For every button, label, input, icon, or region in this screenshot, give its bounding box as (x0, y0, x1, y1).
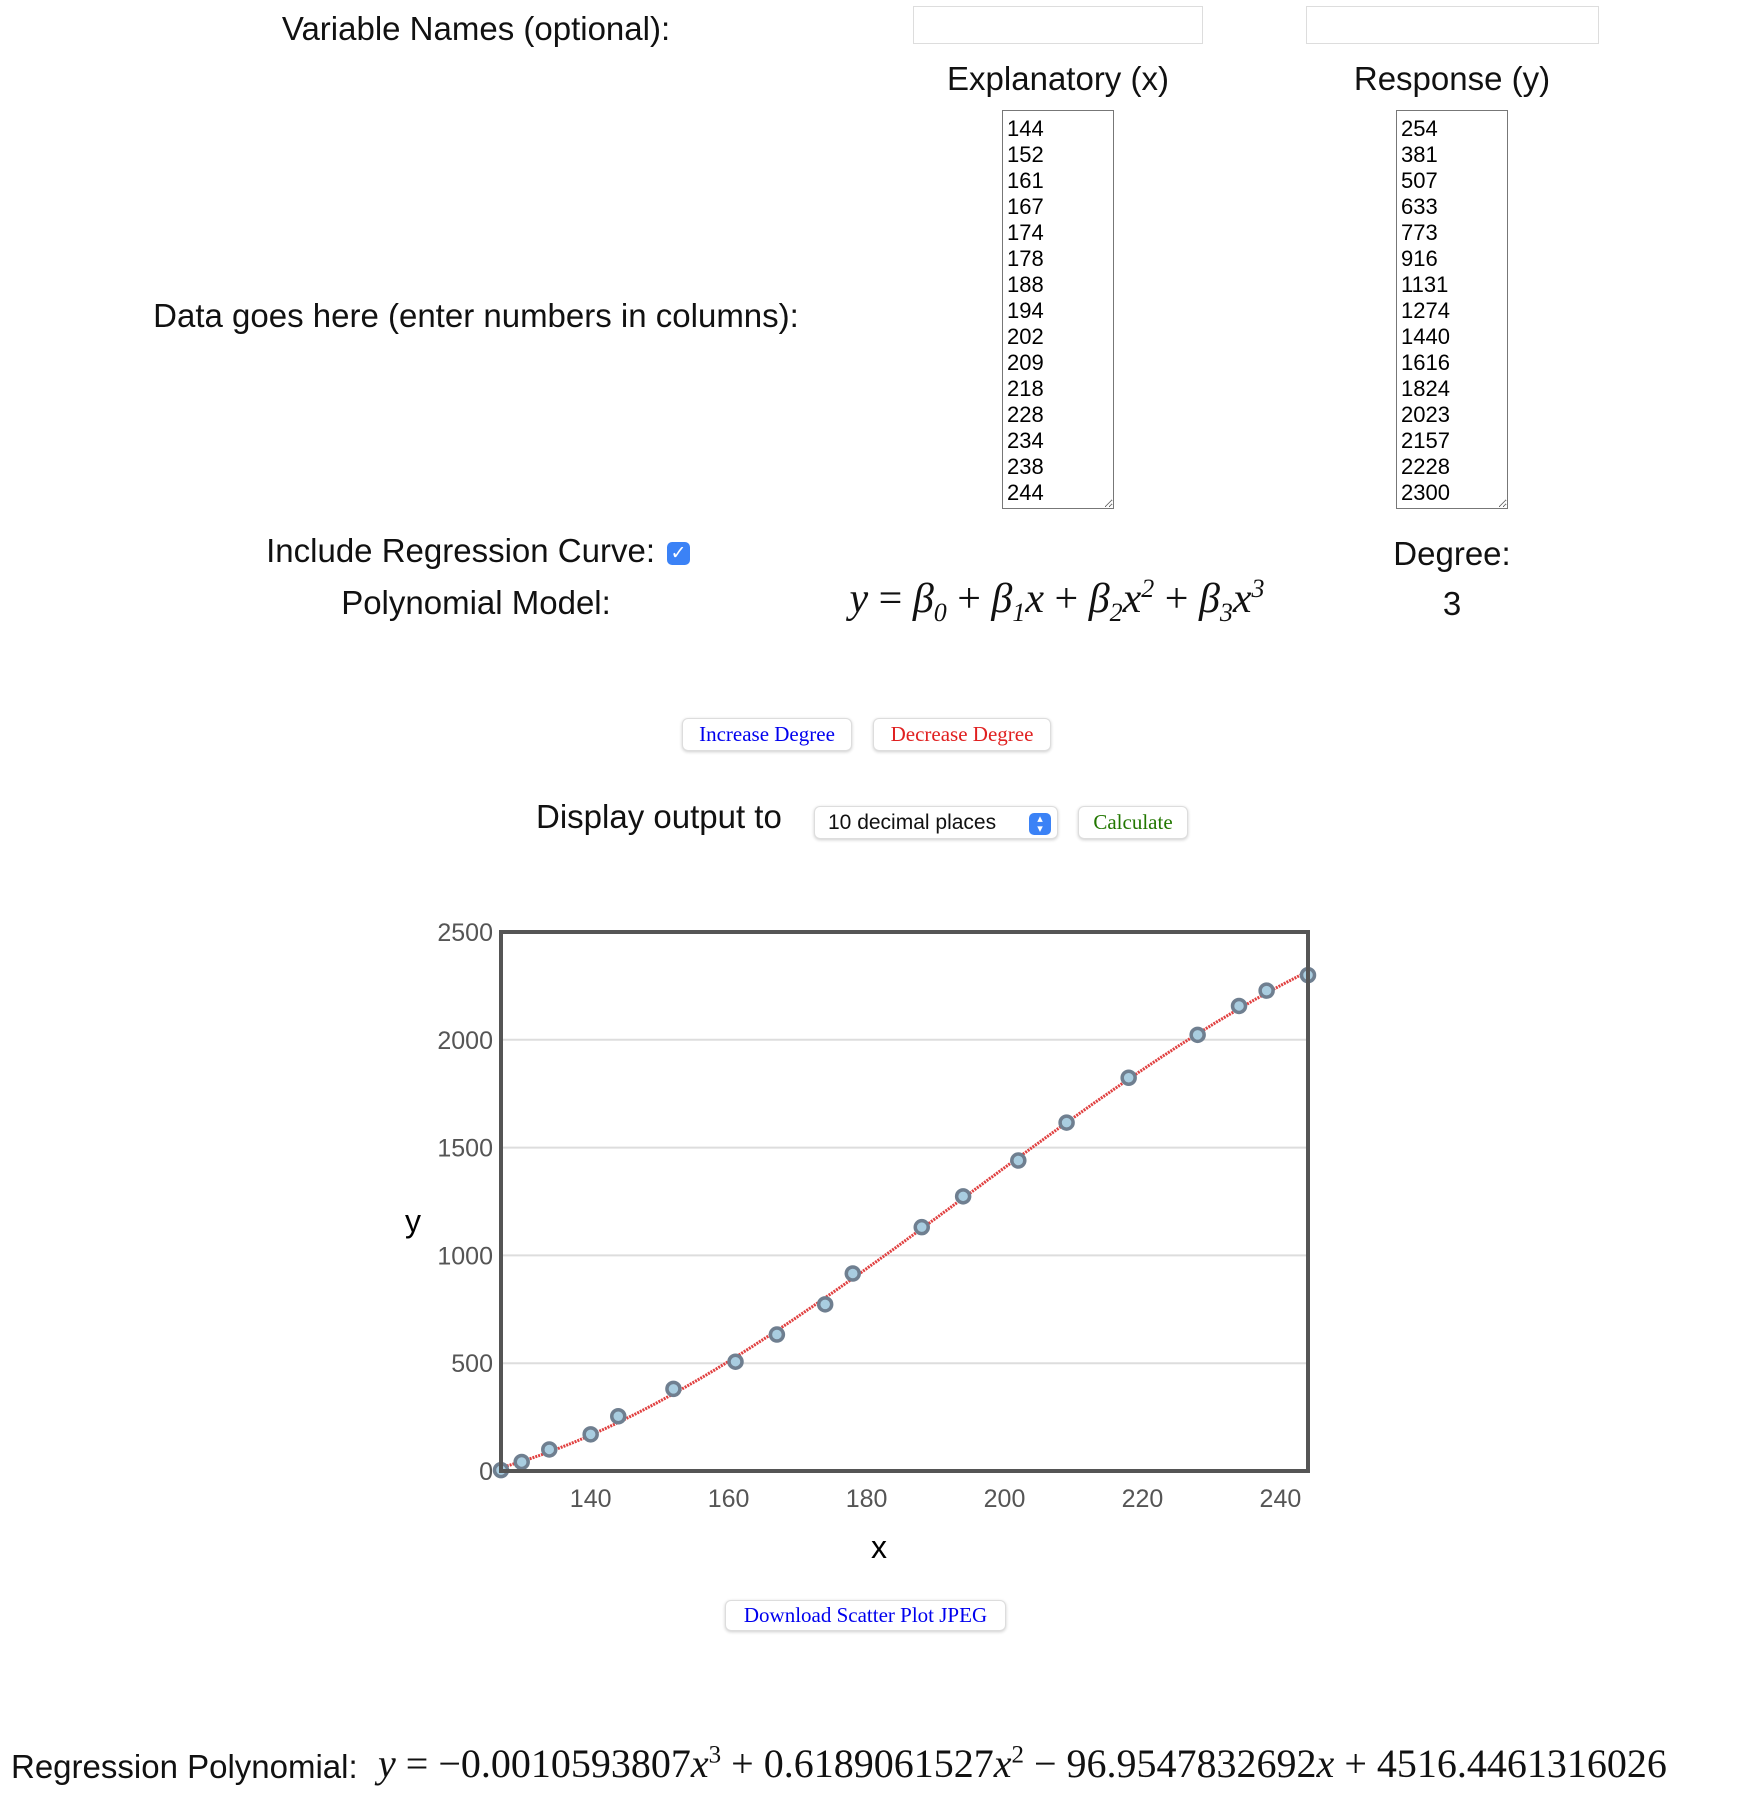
x-variable-name-input[interactable] (913, 6, 1203, 44)
y-axis-label: y (405, 1203, 421, 1239)
data-point (1230, 997, 1248, 1015)
display-output-label: Display output to (536, 798, 782, 835)
data-label: Data goes here (enter numbers in columns… (153, 297, 799, 334)
x-tick-label: 200 (984, 1485, 1026, 1513)
x-tick-label: 180 (846, 1485, 888, 1513)
y-tick-label: 1500 (437, 1135, 493, 1163)
data-point (1010, 1152, 1027, 1169)
y-tick-label: 0 (479, 1458, 493, 1486)
increase-degree-button[interactable]: Increase Degree (682, 718, 852, 751)
x-data-textarea[interactable]: 127 130 134 140 144 152 161 167 174 178 … (1002, 110, 1114, 509)
y-data-textarea[interactable]: 4 42 100 170 254 381 507 633 773 916 113… (1396, 110, 1508, 509)
x-tick-label: 160 (708, 1485, 750, 1513)
plot-frame (499, 930, 1310, 1473)
degree-label: Degree: (1393, 535, 1511, 572)
coef-1: 96.9547832692 (1066, 1741, 1317, 1786)
data-point (816, 1296, 834, 1313)
decimal-places-value: 10 decimal places (828, 810, 997, 834)
data-point (768, 1326, 786, 1343)
model-formula: y = β0 + β1x + β2x2 + β3x3 (849, 573, 1265, 628)
x-tick-label: 140 (570, 1485, 612, 1513)
data-point (610, 1407, 627, 1425)
calculate-button[interactable]: Calculate (1078, 806, 1188, 839)
regression-polynomial-label: Regression Polynomial: (11, 1748, 358, 1785)
x-tick-label: 220 (1122, 1485, 1164, 1513)
decrease-degree-button[interactable]: Decrease Degree (873, 718, 1051, 751)
x-axis-label: x (871, 1529, 887, 1565)
data-point (665, 1380, 682, 1398)
y-variable-name-input[interactable] (1306, 6, 1599, 44)
include-curve-checkbox[interactable]: ✓ (667, 542, 690, 565)
scatter-plot: 0 500 1000 1500 2000 2500 140 160 180 200 220 240 y… (405, 919, 1317, 1565)
variable-names-label: Variable Names (optional): (281, 10, 671, 47)
data-point (1120, 1069, 1137, 1086)
y-tick-label: 1000 (437, 1242, 493, 1270)
y-tick-label: 500 (451, 1350, 493, 1378)
decimal-places-select[interactable]: 10 decimal places ▴ ▾ (814, 806, 1058, 839)
explanatory-header: Explanatory (x) (947, 60, 1169, 97)
response-header: Response (y) (1353, 60, 1551, 97)
download-scatter-plot-button[interactable]: Download Scatter Plot JPEG (725, 1600, 1006, 1631)
data-point (913, 1218, 930, 1236)
data-point (582, 1426, 599, 1443)
model-label: Polynomial Model: (341, 584, 611, 621)
include-curve-label: Include Regression Curve: (266, 532, 655, 569)
data-point (1058, 1114, 1075, 1131)
regression-curve (500, 970, 1309, 1470)
degree-value: 3 (1442, 585, 1462, 622)
coef-0: 4516.4461316026 (1376, 1741, 1667, 1786)
data-point (954, 1188, 972, 1205)
coef-2: 0.6189061527 (763, 1741, 994, 1786)
x-tick-label: 240 (1260, 1485, 1302, 1513)
data-point (844, 1265, 862, 1282)
data-point (1189, 1026, 1206, 1044)
data-point (513, 1453, 530, 1471)
y-tick-label: 2000 (437, 1027, 493, 1055)
checkmark-icon: ✓ (670, 543, 687, 564)
data-point (727, 1353, 744, 1370)
coef-3: 0.0010593807 (460, 1741, 691, 1786)
regression-polynomial-formula: y = −0.0010593807x3 + 0.6189061527x2 − 9… (378, 1741, 1667, 1786)
data-point (1258, 982, 1275, 999)
data-point (541, 1441, 558, 1458)
y-tick-label: 2500 (437, 919, 493, 947)
select-arrows-icon: ▴ ▾ (1029, 813, 1051, 835)
